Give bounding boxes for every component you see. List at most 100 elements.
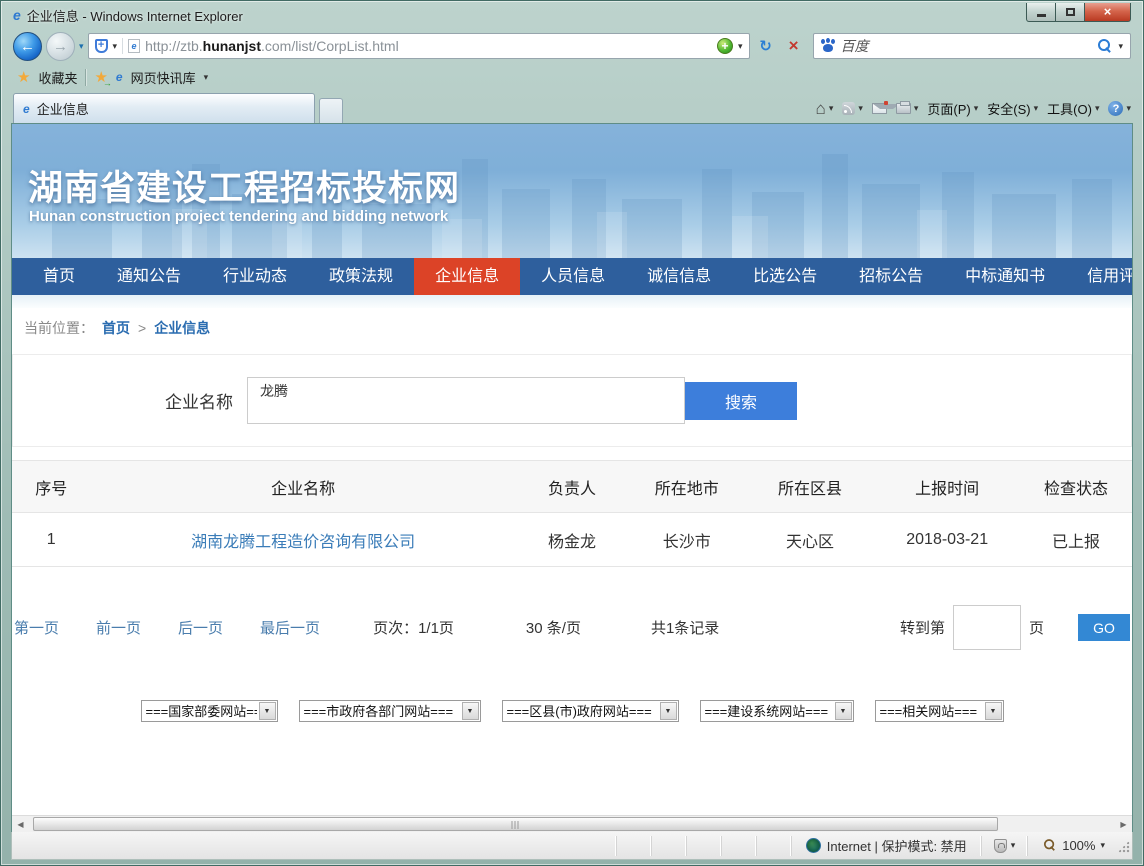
nav-item-policy[interactable]: 政策法规: [308, 258, 414, 295]
company-link[interactable]: 湖南龙腾工程造价咨询有限公司: [191, 534, 415, 551]
header-company: 企业名称: [90, 461, 516, 513]
nav-item-credit-info[interactable]: 诚信信息: [626, 258, 732, 295]
nav-item-industry[interactable]: 行业动态: [202, 258, 308, 295]
browser-window: e 企业信息 - Windows Internet Explorer × ← →…: [0, 0, 1144, 866]
printer-icon: [896, 103, 911, 114]
feeds-button[interactable]: ▾: [842, 102, 863, 115]
goto-page-input[interactable]: [953, 605, 1021, 650]
globe-icon: [806, 838, 821, 853]
security-report-button[interactable]: ▾: [981, 836, 1028, 856]
address-options-dropdown[interactable]: ▾: [113, 41, 118, 52]
header-status: 检查状态: [1020, 461, 1132, 513]
safety-menu-button[interactable]: 安全(S)▾: [987, 99, 1038, 118]
next-page-link[interactable]: 后一页: [178, 617, 223, 638]
breadcrumb-home-link[interactable]: 首页: [102, 318, 130, 338]
page-menu-button[interactable]: 页面(P)▾: [927, 99, 978, 118]
company-name-input[interactable]: [247, 377, 685, 424]
window-controls: ×: [1026, 3, 1131, 22]
goto-unit: 页: [1029, 617, 1044, 638]
breadcrumb: 当前位置： 首页 > 企业信息: [12, 308, 1132, 348]
status-bar: Internet | 保护模式: 禁用 ▾ 100% ▾: [11, 832, 1133, 860]
search-dropdown[interactable]: ▾: [1118, 41, 1123, 52]
nav-item-award-notice[interactable]: 中标通知书: [944, 258, 1066, 295]
url-text[interactable]: http://ztb.hunanjst.com/list/CorpList.ht…: [145, 38, 399, 54]
status-cell: [616, 836, 651, 856]
feeds-dropdown-icon[interactable]: ▾: [204, 72, 209, 83]
feeds-button[interactable]: 网页快讯库: [131, 68, 196, 87]
first-page-link[interactable]: 第一页: [14, 617, 59, 638]
nav-item-credit-rating[interactable]: 信用评价: [1066, 258, 1132, 295]
go-button[interactable]: GO: [1078, 614, 1130, 641]
window-title: 企业信息 - Windows Internet Explorer: [27, 6, 243, 25]
scroll-right-button[interactable]: ▶: [1115, 816, 1132, 832]
security-dropdown-icon: ▾: [1011, 840, 1016, 851]
favorites-button[interactable]: 收藏夹: [38, 68, 77, 87]
horizontal-scrollbar[interactable]: ◀ ▶: [12, 815, 1132, 832]
cell-status: 已上报: [1020, 513, 1132, 567]
search-provider-label: 百度: [841, 36, 869, 56]
maximize-button[interactable]: [1056, 3, 1085, 22]
select-related-sites[interactable]: ===相关网站===: [875, 700, 1004, 722]
close-icon: ×: [1104, 4, 1112, 19]
last-page-link[interactable]: 最后一页: [260, 617, 320, 638]
zoom-dropdown-icon: ▾: [1100, 840, 1105, 851]
ie-icon: e: [13, 8, 21, 22]
tab-label: 企业信息: [37, 99, 89, 118]
read-mail-button[interactable]: [872, 103, 887, 114]
cell-no: 1: [12, 513, 90, 567]
close-button[interactable]: ×: [1085, 3, 1131, 22]
select-construction-sites[interactable]: ===建设系统网站===: [700, 700, 854, 722]
status-cell: [651, 836, 686, 856]
company-name-label: 企业名称: [165, 388, 233, 413]
scroll-left-button[interactable]: ◀: [12, 816, 29, 832]
shield-plus-icon[interactable]: +: [95, 39, 108, 53]
refresh-icon: ↻: [759, 37, 772, 55]
select-district-gov[interactable]: ===区县(市)政府网站===: [502, 700, 679, 722]
nav-item-comparison[interactable]: 比选公告: [732, 258, 838, 295]
back-button[interactable]: ←: [13, 32, 42, 61]
refresh-button[interactable]: ↻: [754, 33, 778, 59]
header-principal: 负责人: [516, 461, 628, 513]
scrollbar-thumb[interactable]: [33, 817, 998, 831]
security-zone: Internet | 保护模式: 禁用: [791, 836, 981, 856]
banner-fade-strip: [12, 295, 1132, 308]
home-icon: ⌂: [816, 102, 826, 116]
search-button[interactable]: 搜索: [685, 382, 797, 420]
new-tab-button[interactable]: [319, 98, 343, 123]
print-button[interactable]: ▾: [896, 103, 919, 114]
select-city-departments[interactable]: ===市政府各部门网站===: [299, 700, 481, 722]
minimize-button[interactable]: [1026, 3, 1056, 22]
safety-dropdown[interactable]: ▾: [738, 41, 743, 52]
stop-button[interactable]: ×: [782, 33, 806, 59]
browser-search-box[interactable]: 百度 ▾: [813, 33, 1131, 59]
divider: [122, 38, 123, 54]
tools-menu-button[interactable]: 工具(O)▾: [1047, 99, 1099, 118]
goto-page-group: 转到第 页 GO: [900, 605, 1130, 650]
zoom-control[interactable]: 100% ▾: [1027, 836, 1117, 856]
home-button[interactable]: ⌂▾: [816, 102, 834, 116]
nav-item-tender[interactable]: 招标公告: [838, 258, 944, 295]
address-bar[interactable]: + ▾ e http://ztb.hunanjst.com/list/CorpL…: [88, 33, 750, 59]
search-magnifier-icon[interactable]: [1097, 39, 1112, 54]
recent-pages-dropdown[interactable]: ▾: [79, 41, 84, 52]
nav-item-home[interactable]: 首页: [22, 258, 96, 295]
status-cell: [756, 836, 791, 856]
table-header-row: 序号 企业名称 负责人 所在地市 所在区县 上报时间 检查状态: [12, 461, 1132, 513]
browser-viewport: 湖南省建设工程招标投标网 Hunan construction project …: [11, 123, 1133, 832]
nav-item-company-info[interactable]: 企业信息: [414, 258, 520, 295]
page-favicon: e: [128, 39, 140, 53]
resize-grip[interactable]: [1117, 840, 1130, 853]
maximize-icon: [1066, 8, 1075, 16]
safety-check-icon[interactable]: +: [717, 38, 733, 54]
nav-item-notices[interactable]: 通知公告: [96, 258, 202, 295]
favorites-bar: ★ 收藏夹 ★ e 网页快讯库 ▾: [11, 63, 1133, 91]
record-count: 共1条记录: [651, 617, 719, 638]
tab-company-info[interactable]: e 企业信息: [13, 93, 315, 123]
prev-page-link[interactable]: 前一页: [96, 617, 141, 638]
nav-item-personnel[interactable]: 人员信息: [520, 258, 626, 295]
address-toolbar: ← → ▾ + ▾ e http://ztb.hunanjst.com/list…: [11, 29, 1133, 63]
help-button[interactable]: ?▾: [1108, 101, 1131, 116]
select-national-ministries[interactable]: ===国家部委网站===: [141, 700, 278, 722]
add-favorite-icon[interactable]: ★: [94, 68, 107, 86]
forward-button[interactable]: →: [46, 32, 75, 61]
